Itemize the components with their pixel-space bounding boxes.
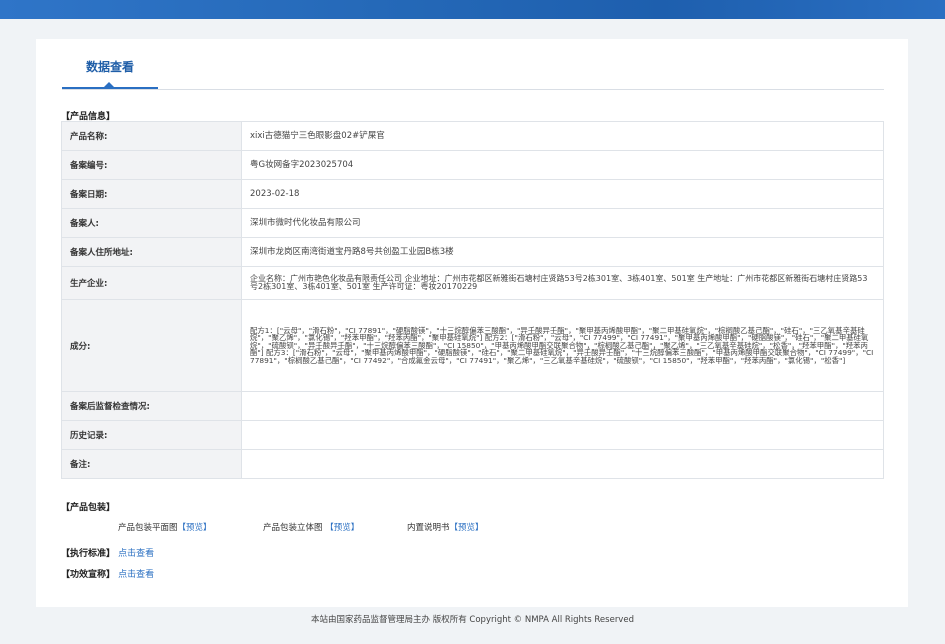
claim-view-link[interactable]: 点击查看 xyxy=(118,570,154,580)
claim-title: 【功效宣称】 xyxy=(61,570,116,580)
row-label: 成分: xyxy=(61,299,242,392)
table-row: 生产企业: 企业名称：广州市艳色化妆品有限责任公司 企业地址：广州市花都区新雅街… xyxy=(61,266,884,300)
package-item: 内置说明书【预览】 xyxy=(407,521,484,533)
standard-view-link[interactable]: 点击查看 xyxy=(118,549,154,559)
row-value xyxy=(241,420,884,450)
preview-link[interactable]: 【预览】 xyxy=(178,523,212,533)
table-row: 备案人住所地址: 深圳市龙岗区南湾街道宝丹路8号共创盈工业园B栋3楼 xyxy=(61,237,884,267)
row-label: 产品名称: xyxy=(61,121,242,151)
row-value: 2023-02-18 xyxy=(241,179,884,209)
package-item: 产品包装立体图 【预览】 xyxy=(263,521,359,533)
package-item-label: 产品包装立体图 xyxy=(263,523,323,533)
row-value xyxy=(241,449,884,479)
preview-link[interactable]: 【预览】 xyxy=(325,523,359,533)
claim-row: 【功效宣称】 点击查看 xyxy=(61,567,154,580)
package-title: 【产品包装】 xyxy=(61,503,116,513)
package-item-label: 产品包装平面图 xyxy=(118,523,178,533)
row-value xyxy=(241,391,884,421)
row-label: 生产企业: xyxy=(61,266,242,300)
row-value: 企业名称：广州市艳色化妆品有限责任公司 企业地址：广州市花都区新雅街石塘村庄贤路… xyxy=(241,266,884,300)
row-value: 深圳市微时代化妆品有限公司 xyxy=(241,208,884,238)
table-row: 备案日期: 2023-02-18 xyxy=(61,179,884,209)
table-row: 成分: 配方1：["云母"，"滑石粉"，"CI 77891"，"硬脂酸镁"，"十… xyxy=(61,299,884,392)
table-row: 产品名称: xixi古德猫宁三色眼影盘02#铲屎官 xyxy=(61,121,884,151)
table-row: 备案人: 深圳市微时代化妆品有限公司 xyxy=(61,208,884,238)
preview-link[interactable]: 【预览】 xyxy=(450,523,484,533)
row-value: xixi古德猫宁三色眼影盘02#铲屎官 xyxy=(241,121,884,151)
row-label: 备案人住所地址: xyxy=(61,237,242,267)
tab-bar: 数据查看 xyxy=(62,39,884,90)
package-item: 产品包装平面图【预览】 xyxy=(118,521,212,533)
row-label: 备案人: xyxy=(61,208,242,238)
row-value: 配方1：["云母"，"滑石粉"，"CI 77891"，"硬脂酸镁"，"十三烷醇偏… xyxy=(241,299,884,392)
row-label: 备案日期: xyxy=(61,179,242,209)
standard-row: 【执行标准】 点击查看 xyxy=(61,546,154,559)
top-banner xyxy=(0,0,945,19)
tab-underline xyxy=(62,87,158,89)
row-value: 深圳市龙岗区南湾街道宝丹路8号共创盈工业园B栋3楼 xyxy=(241,237,884,267)
table-row: 备案编号: 粤G妆网备字2023025704 xyxy=(61,150,884,180)
table-row: 备案后监督检查情况: xyxy=(61,391,884,421)
row-label: 备案后监督检查情况: xyxy=(61,391,242,421)
tab-data-view[interactable]: 数据查看 xyxy=(62,58,158,75)
content-card: 数据查看 【产品信息】 产品名称: xixi古德猫宁三色眼影盘02#铲屎官 备案… xyxy=(36,39,908,607)
footer-copyright: 本站由国家药品监督管理局主办 版权所有 Copyright © NMPA All… xyxy=(311,615,634,625)
row-value: 粤G妆网备字2023025704 xyxy=(241,150,884,180)
package-item-label: 内置说明书 xyxy=(407,523,450,533)
table-row: 历史记录: xyxy=(61,420,884,450)
standard-title: 【执行标准】 xyxy=(61,549,116,559)
row-label: 备案编号: xyxy=(61,150,242,180)
row-label: 历史记录: xyxy=(61,420,242,450)
product-info-table: 产品名称: xixi古德猫宁三色眼影盘02#铲屎官 备案编号: 粤G妆网备字20… xyxy=(61,121,884,479)
table-row: 备注: xyxy=(61,449,884,479)
row-label: 备注: xyxy=(61,449,242,479)
